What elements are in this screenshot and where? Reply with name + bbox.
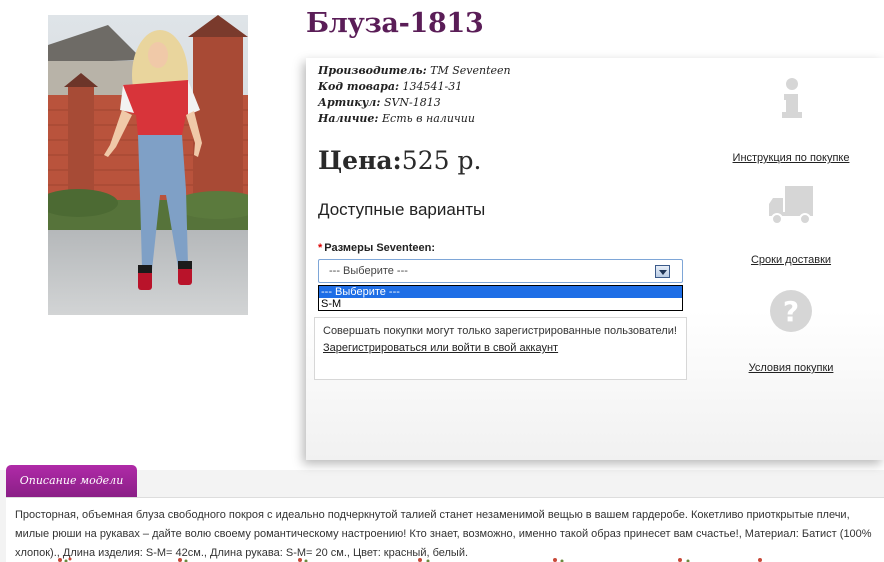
login-notice-text: Совершать покупки могут только зарегистр… xyxy=(323,325,677,337)
meta-code: Код товара: 134541-31 xyxy=(318,79,511,95)
sidebar-delivery[interactable]: Сроки доставки xyxy=(716,184,866,266)
question-icon: ? xyxy=(770,290,812,332)
size-option-text: Размеры Seventeen: xyxy=(324,242,436,254)
sidebar-instructions-link[interactable]: Инструкция по покупке xyxy=(716,152,866,164)
size-option-label: * Размеры Seventeen: xyxy=(318,242,435,254)
meta-code-label: Код товара: xyxy=(318,80,400,93)
price-value: 525 р. xyxy=(401,146,482,175)
chevron-down-icon[interactable] xyxy=(655,265,670,278)
floral-border xyxy=(58,557,762,562)
size-select[interactable]: --- Выберите --- xyxy=(318,259,683,283)
size-select-value: --- Выберите --- xyxy=(329,265,408,277)
product-photo[interactable] xyxy=(48,15,248,315)
variants-heading: Доступные варианты xyxy=(318,200,486,219)
meta-availability-value: Есть в наличии xyxy=(382,112,475,125)
info-icon xyxy=(782,78,802,118)
svg-text:?: ? xyxy=(783,295,799,328)
sidebar-terms-link[interactable]: Условия покупки xyxy=(716,362,866,374)
meta-article-label: Артикул: xyxy=(318,96,381,109)
meta-availability: Наличие: Есть в наличии xyxy=(318,111,511,127)
meta-manufacturer-value: ТМ Seventeen xyxy=(430,64,511,77)
product-info-panel: Производитель: ТМ Seventeen Код товара: … xyxy=(306,58,884,460)
truck-icon xyxy=(769,186,813,225)
sidebar-instructions[interactable]: Инструкция по покупке xyxy=(716,76,866,164)
price: Цена:525 р. xyxy=(318,146,481,175)
meta-availability-label: Наличие: xyxy=(318,112,379,125)
sidebar-terms[interactable]: ? Условия покупки xyxy=(716,288,866,374)
product-meta: Производитель: ТМ Seventeen Код товара: … xyxy=(318,63,511,127)
size-dropdown-list[interactable]: --- Выберите --- S-M xyxy=(318,285,683,311)
size-option-placeholder[interactable]: --- Выберите --- xyxy=(319,286,682,298)
tab-description[interactable]: Описание модели xyxy=(6,465,137,497)
meta-code-value: 134541-31 xyxy=(402,80,463,93)
meta-manufacturer-label: Производитель: xyxy=(318,64,427,77)
sidebar-delivery-link[interactable]: Сроки доставки xyxy=(716,254,866,266)
description-panel: Просторная, объемная блуза свободного по… xyxy=(6,497,884,562)
meta-manufacturer: Производитель: ТМ Seventeen xyxy=(318,63,511,79)
meta-article-value: SVN-1813 xyxy=(383,96,441,109)
size-option-s-m[interactable]: S-M xyxy=(319,298,682,310)
login-notice: Совершать покупки могут только зарегистр… xyxy=(314,317,687,380)
price-label: Цена: xyxy=(318,146,402,175)
product-title: Блуза-1813 xyxy=(306,8,484,39)
meta-article: Артикул: SVN-1813 xyxy=(318,95,511,111)
required-mark: * xyxy=(318,242,323,254)
product-photo-illustration xyxy=(48,15,248,315)
register-login-link[interactable]: Зарегистрироваться или войти в свой акка… xyxy=(323,340,678,357)
